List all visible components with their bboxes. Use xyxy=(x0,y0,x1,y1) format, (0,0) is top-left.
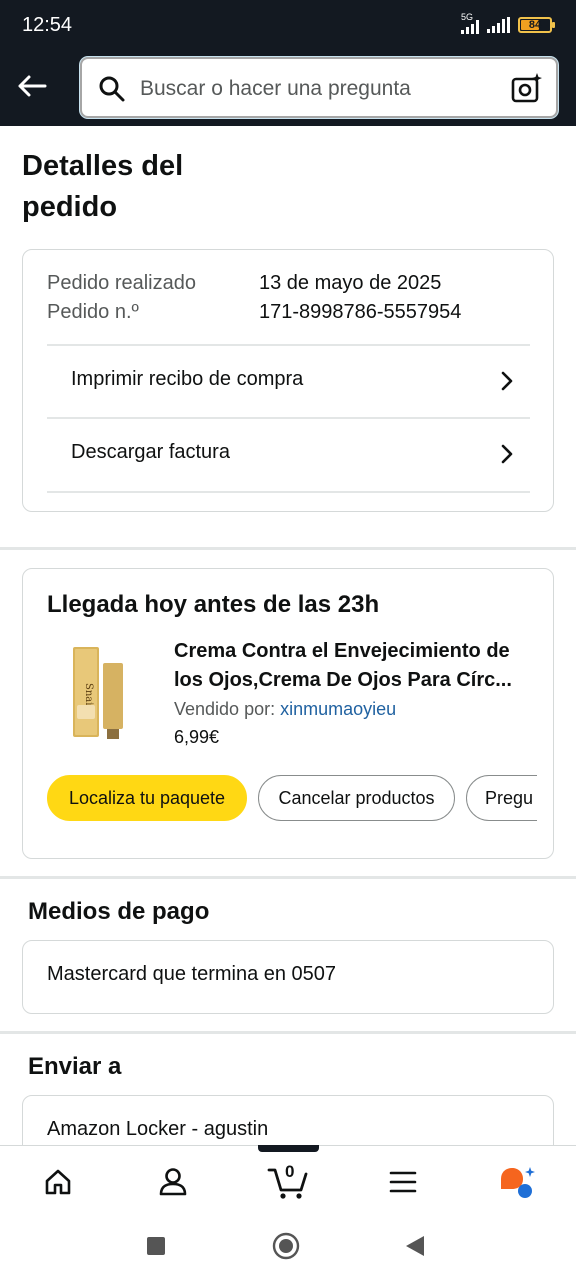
bottom-nav: 0 xyxy=(0,1145,576,1217)
cart-count: 0 xyxy=(285,1162,295,1181)
back-arrow-icon xyxy=(18,75,47,97)
home-icon xyxy=(45,1169,71,1195)
order-placed-label: Pedido realizado xyxy=(47,272,196,294)
product-image-brand: Snail xyxy=(83,683,94,709)
triangle-back-icon xyxy=(406,1236,424,1256)
nav-menu[interactable] xyxy=(383,1162,423,1202)
payment-method-card[interactable]: Mastercard que termina en 0507 xyxy=(22,940,554,1014)
section-separator xyxy=(0,876,576,879)
payment-method-text: Mastercard que termina en 0507 xyxy=(47,963,337,985)
divider xyxy=(47,491,530,493)
status-bar: 12:54 5G 84 xyxy=(0,0,576,54)
seller-name-link[interactable]: xinmumaoyieu xyxy=(280,699,396,719)
section-separator xyxy=(0,1031,576,1034)
product-title[interactable]: Crema Contra el Envejecimiento de los Oj… xyxy=(174,637,539,695)
search-icon xyxy=(99,76,125,102)
nav-account[interactable] xyxy=(153,1162,193,1202)
home-system-button[interactable] xyxy=(272,1232,300,1265)
chevron-right-icon xyxy=(501,371,513,391)
cancel-items-button[interactable]: Cancelar productos xyxy=(258,775,455,821)
page-title: Detalles del pedido xyxy=(22,146,322,228)
battery-level: 84 xyxy=(528,19,542,31)
payment-heading: Medios de pago xyxy=(28,898,210,925)
download-invoice-link[interactable]: Descargar factura xyxy=(47,419,530,489)
signal-strength-icon xyxy=(487,17,510,33)
square-icon xyxy=(147,1237,165,1255)
print-receipt-label: Imprimir recibo de compra xyxy=(71,368,304,390)
status-time: 12:54 xyxy=(22,14,73,36)
status-icons: 5G 84 xyxy=(461,12,555,34)
seller-label: Vendido por: xyxy=(174,699,276,719)
back-system-button[interactable] xyxy=(404,1234,426,1263)
order-summary-card: Pedido realizado 13 de mayo de 2025 Pedi… xyxy=(22,249,554,512)
page-title-line2: pedido xyxy=(22,191,118,223)
cart-active-indicator xyxy=(258,1145,319,1152)
ship-to-heading: Enviar a xyxy=(28,1053,122,1080)
person-icon xyxy=(159,1168,187,1196)
nav-home[interactable] xyxy=(38,1162,78,1202)
product-price: 6,99€ xyxy=(174,727,220,747)
order-number-label: Pedido n.º xyxy=(47,301,139,323)
app-header: Buscar o hacer una pregunta xyxy=(0,54,576,126)
system-navigation-bar xyxy=(0,1217,576,1280)
menu-icon xyxy=(389,1171,417,1193)
ship-to-address: Amazon Locker - agustin xyxy=(47,1118,269,1140)
chevron-right-icon xyxy=(501,444,513,464)
ask-question-button[interactable]: Pregu xyxy=(466,775,537,821)
delivery-estimate: Llegada hoy antes de las 23h xyxy=(47,591,380,618)
nav-rufus[interactable] xyxy=(497,1162,537,1202)
battery-icon: 84 xyxy=(518,17,555,33)
cellular-5g-icon: 5G xyxy=(461,12,479,34)
product-image[interactable]: Snail xyxy=(67,643,137,743)
rufus-assistant-icon xyxy=(501,1167,535,1198)
shipment-card: Llegada hoy antes de las 23h Snail Crema… xyxy=(22,568,554,859)
network-type-label: 5G xyxy=(461,12,474,22)
seller-line: Vendido por: xinmumaoyieu xyxy=(174,699,396,720)
search-placeholder: Buscar o hacer una pregunta xyxy=(140,77,411,100)
order-number-value: 171-8998786-5557954 xyxy=(259,301,462,323)
download-invoice-label: Descargar factura xyxy=(71,441,230,463)
print-receipt-link[interactable]: Imprimir recibo de compra xyxy=(47,346,530,416)
search-input[interactable]: Buscar o hacer una pregunta xyxy=(80,57,558,118)
page-title-line1: Detalles del xyxy=(22,150,184,182)
section-separator xyxy=(0,547,576,550)
circle-icon xyxy=(272,1232,300,1260)
back-button[interactable] xyxy=(14,68,50,104)
recent-apps-button[interactable] xyxy=(146,1236,166,1261)
order-placed-date: 13 de mayo de 2025 xyxy=(259,272,442,294)
track-package-button[interactable]: Localiza tu paquete xyxy=(47,775,247,821)
camera-search-icon[interactable] xyxy=(510,71,544,105)
shipment-actions: Localiza tu paquete Cancelar productos P… xyxy=(47,775,537,823)
